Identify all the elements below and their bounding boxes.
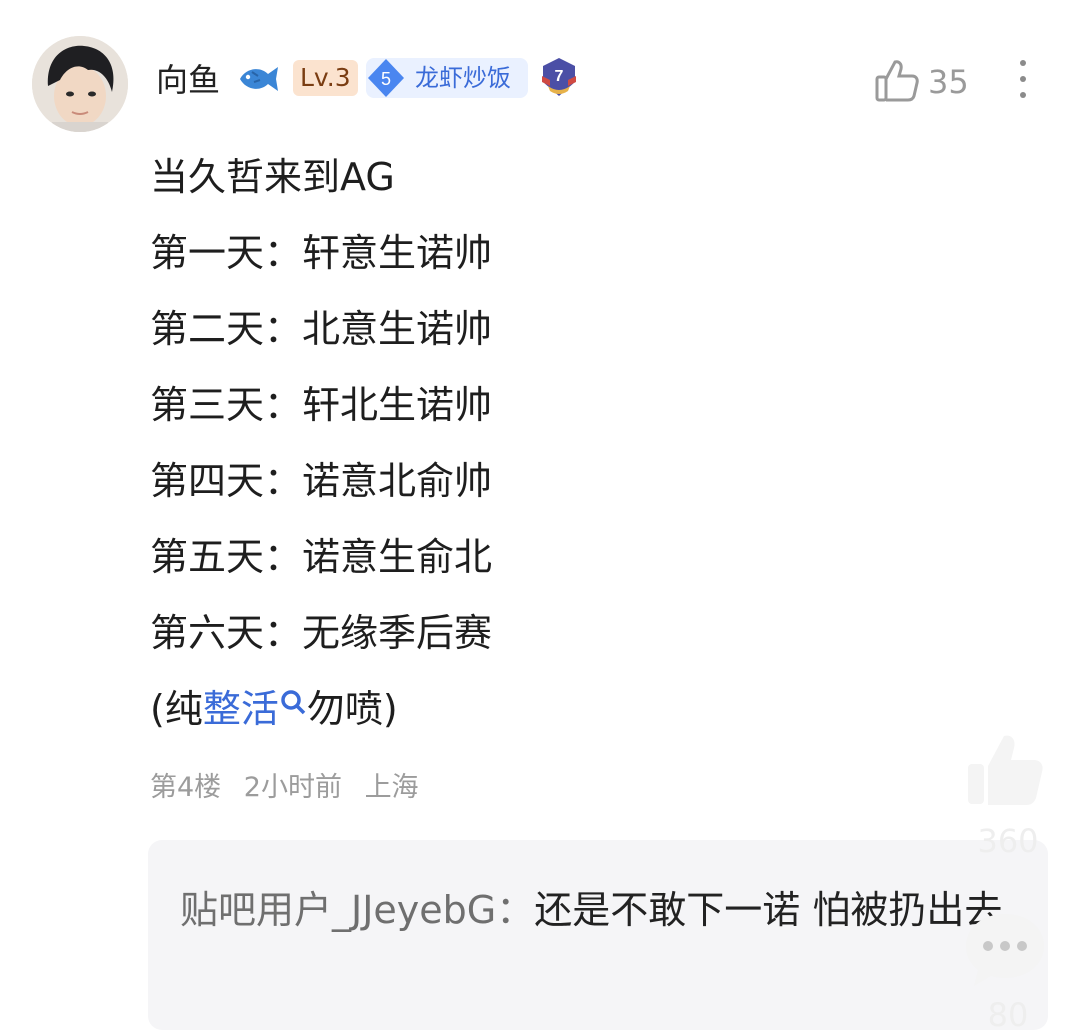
comment-body: 当久哲来到AG 第一天：轩意生诺帅 第二天：北意生诺帅 第三天：轩北生诺帅 第四…: [150, 158, 670, 728]
reply-text: 还是不敢下一诺 怕被扔出去: [534, 888, 1003, 932]
comment-line: 第四天：诺意北俞帅: [150, 459, 493, 503]
reply-box[interactable]: 贴吧用户_JJeyebG：还是不敢下一诺 怕被扔出去: [148, 840, 1048, 1030]
rank-number: 7: [555, 68, 564, 85]
side-like-count: 360: [977, 822, 1039, 860]
side-comment-icon[interactable]: [962, 906, 1048, 992]
level-badge: Lv.3: [293, 60, 358, 96]
more-icon[interactable]: [1016, 60, 1030, 104]
reply-username[interactable]: 贴吧用户_JJeyebG: [180, 888, 496, 932]
comment-line: 第五天：诺意生俞北: [150, 535, 493, 579]
tag-badge[interactable]: 5 龙虾炒饭: [366, 58, 528, 98]
comment-line: 第三天：轩北生诺帅: [150, 383, 493, 427]
location: 上海: [364, 772, 419, 803]
side-like-icon[interactable]: [962, 728, 1048, 814]
tag-number-icon: 5: [366, 58, 406, 98]
search-icon[interactable]: [279, 684, 307, 715]
side-comment-count: 80: [987, 996, 1029, 1034]
tag-label: 龙虾炒饭: [415, 64, 511, 92]
thumbs-up-icon[interactable]: [874, 58, 920, 104]
floor-number: 第4楼: [150, 772, 222, 803]
comment-meta: 第4楼 2小时前 上海: [150, 772, 433, 804]
rank-badge-icon: 7: [538, 56, 580, 98]
username[interactable]: 向鱼: [156, 60, 220, 100]
reply-content: 贴吧用户_JJeyebG：还是不敢下一诺 怕被扔出去: [180, 870, 1010, 950]
comment-line: 第二天：北意生诺帅: [150, 307, 493, 351]
comment-line: 第一天：轩意生诺帅: [150, 231, 493, 275]
fish-icon: [236, 62, 280, 96]
timestamp: 2小时前: [243, 772, 342, 803]
comment-last-line: (纯整活 勿喷): [150, 690, 670, 728]
paren-open-text: (纯: [150, 687, 203, 731]
search-link[interactable]: 整活: [203, 687, 279, 731]
comment-line: 当久哲来到AG: [150, 155, 395, 199]
paren-close-text: 勿喷): [306, 687, 398, 731]
comment-line: 第六天：无缘季后赛: [150, 611, 493, 655]
like-count: 35: [928, 63, 969, 101]
tag-number: 5: [381, 69, 391, 89]
avatar[interactable]: [32, 36, 128, 132]
reply-separator: ：: [496, 888, 535, 932]
